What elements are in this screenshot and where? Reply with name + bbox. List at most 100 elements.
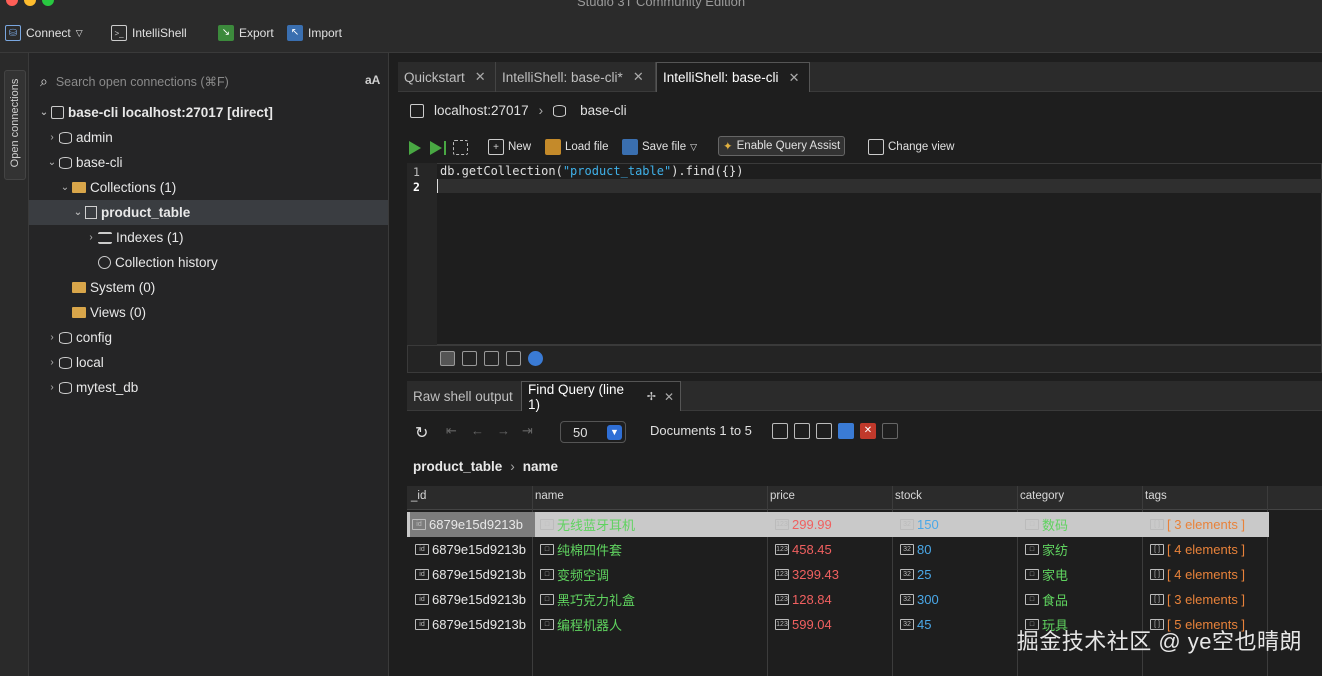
tree-item-mytest-db[interactable]: › mytest_db (29, 375, 388, 400)
search-document-icon[interactable] (882, 423, 898, 439)
table-row[interactable] (407, 587, 1269, 612)
database-icon (553, 104, 567, 117)
delete-icon[interactable]: ✕ (860, 423, 876, 439)
cell-tags[interactable]: [ ][ 4 elements ] (1150, 537, 1245, 562)
connect-button[interactable]: ⛁ Connect ▽ (5, 25, 83, 41)
cell-id[interactable]: id 6879e15d9213b (410, 512, 535, 537)
cell-price[interactable]: 123 128.84 (775, 587, 832, 612)
next-page-icon[interactable]: → (497, 423, 510, 438)
search-input[interactable]: Search open connections (⌘F) (56, 74, 229, 89)
cell-price[interactable]: 123 299.99 (775, 512, 832, 537)
change-view-button[interactable]: Change view (868, 139, 954, 155)
cell-stock[interactable]: 32 45 (900, 612, 931, 637)
enable-query-assist-button[interactable]: ✦ Enable Query Assist (718, 136, 846, 156)
edit-document-icon[interactable] (816, 423, 832, 439)
query-view-icon[interactable] (440, 351, 455, 366)
table-row[interactable] (407, 537, 1269, 562)
column-header-tags[interactable]: tags (1145, 490, 1167, 502)
last-page-icon[interactable]: ⇥ (522, 423, 533, 439)
cell-category[interactable]: □ 家纺 (1025, 537, 1068, 562)
cell-stock[interactable]: 32 25 (900, 562, 931, 587)
number-type-icon: 123 (775, 619, 789, 630)
refresh-icon[interactable]: ↻ (415, 423, 428, 443)
tree-item-connection[interactable]: ⌄ base-cli localhost:27017 [direct] (29, 100, 388, 125)
tab-intellishell-active[interactable]: IntelliShell: base-cli ✕ (656, 62, 810, 92)
column-header-category[interactable]: category (1020, 490, 1064, 502)
tree-item-system[interactable]: System (0) (29, 275, 388, 300)
export-button[interactable]: ↘ Export (218, 25, 274, 41)
close-icon[interactable]: ✕ (789, 70, 800, 86)
column-header-price[interactable]: price (770, 490, 795, 502)
column-header-id[interactable]: _id (411, 490, 426, 502)
cell-id[interactable]: id 6879e15d9213b (415, 612, 526, 637)
open-connections-tab[interactable]: Open connections (4, 70, 26, 180)
save-file-button[interactable]: Save file ▽ (622, 139, 697, 155)
cell-price[interactable]: 123 3299.43 (775, 562, 839, 587)
cell-tags[interactable]: [ ][ 4 elements ] (1150, 562, 1245, 587)
cell-price[interactable]: 123 458.45 (775, 537, 832, 562)
tree-item-indexes[interactable]: › Indexes (1) (29, 225, 388, 250)
close-icon[interactable]: ✕ (633, 69, 644, 85)
tree-item-views[interactable]: Views (0) (29, 300, 388, 325)
cell-price[interactable]: 123 599.04 (775, 612, 832, 637)
cell-category[interactable]: □ 家电 (1025, 562, 1068, 587)
tab-quickstart[interactable]: Quickstart ✕ (398, 62, 496, 92)
run-to-cursor-button[interactable] (430, 141, 446, 155)
tree-item-collections[interactable]: ⌄ Collections (1) (29, 175, 388, 200)
cell-stock[interactable]: 32 300 (900, 587, 939, 612)
chart-icon[interactable] (838, 423, 854, 439)
tab-intellishell-unsaved[interactable]: IntelliShell: base-cli* ✕ (496, 62, 656, 92)
run-selection-button[interactable] (453, 140, 468, 155)
cell-id[interactable]: id 6879e15d9213b (415, 562, 526, 587)
result-crumb-field[interactable]: name (523, 459, 558, 474)
prev-page-icon[interactable]: ← (471, 423, 484, 438)
close-icon[interactable]: ✕ (664, 390, 674, 404)
cell-name[interactable]: □ 纯棉四件套 (540, 537, 622, 562)
cell-tags[interactable]: [ ][ 3 elements ] (1150, 512, 1245, 537)
cell-name[interactable]: □ 编程机器人 (540, 612, 622, 637)
result-crumb-collection[interactable]: product_table (413, 459, 502, 474)
pin-icon[interactable]: ✢ (647, 390, 656, 403)
tree-item-base-cli[interactable]: ⌄ base-cli (29, 150, 388, 175)
import-button[interactable]: ↖ Import (287, 25, 342, 41)
list-view-icon[interactable] (506, 351, 521, 366)
cell-name[interactable]: □ 变频空调 (540, 562, 609, 587)
match-case-button[interactable]: aA (365, 73, 380, 87)
column-header-stock[interactable]: stock (895, 490, 922, 502)
run-button[interactable] (409, 141, 421, 155)
first-page-icon[interactable]: ⇤ (446, 423, 457, 439)
tree-item-admin[interactable]: › admin (29, 125, 388, 150)
intellishell-button[interactable]: >_ IntelliShell (111, 25, 187, 41)
search-connections[interactable]: ⌕ Search open connections (⌘F) (40, 70, 380, 92)
page-size-select[interactable]: 50 ▼ (560, 421, 626, 443)
breadcrumb-host[interactable]: localhost:27017 (434, 103, 529, 118)
table-row[interactable] (407, 512, 1269, 537)
breadcrumb-db[interactable]: base-cli (580, 103, 627, 118)
cell-name[interactable]: □ 黑巧克力礼盒 (540, 587, 635, 612)
help-icon[interactable] (528, 351, 543, 366)
new-button[interactable]: + New (488, 139, 531, 155)
cell-stock[interactable]: 32 150 (900, 512, 939, 537)
cell-id[interactable]: id 6879e15d9213b (415, 537, 526, 562)
column-header-name[interactable]: name (535, 490, 564, 502)
text-view-icon[interactable] (484, 351, 499, 366)
cell-category[interactable]: □ 数码 (1025, 512, 1068, 537)
document-view-icon[interactable] (462, 351, 477, 366)
tab-find-query[interactable]: Find Query (line 1) ✢ ✕ (521, 381, 681, 412)
add-document-icon[interactable] (772, 423, 788, 439)
tree-item-config[interactable]: › config (29, 325, 388, 350)
tree-item-local[interactable]: › local (29, 350, 388, 375)
cell-stock[interactable]: 32 80 (900, 537, 931, 562)
cell-id[interactable]: id 6879e15d9213b (415, 587, 526, 612)
code-line-1[interactable]: db.getCollection("product_table").find({… (440, 164, 743, 178)
close-icon[interactable]: ✕ (475, 69, 486, 85)
cell-value: 3299.43 (792, 567, 839, 582)
cell-tags[interactable]: [ ][ 3 elements ] (1150, 587, 1245, 612)
load-file-button[interactable]: Load file (545, 139, 608, 155)
view-document-icon[interactable] (794, 423, 810, 439)
cell-name[interactable]: □ 无线蓝牙耳机 (540, 512, 635, 537)
tab-raw-shell-output[interactable]: Raw shell output (407, 381, 521, 411)
tree-item-product-table[interactable]: ⌄ product_table (29, 200, 388, 225)
tree-item-collection-history[interactable]: Collection history (29, 250, 388, 275)
cell-category[interactable]: □ 食品 (1025, 587, 1068, 612)
